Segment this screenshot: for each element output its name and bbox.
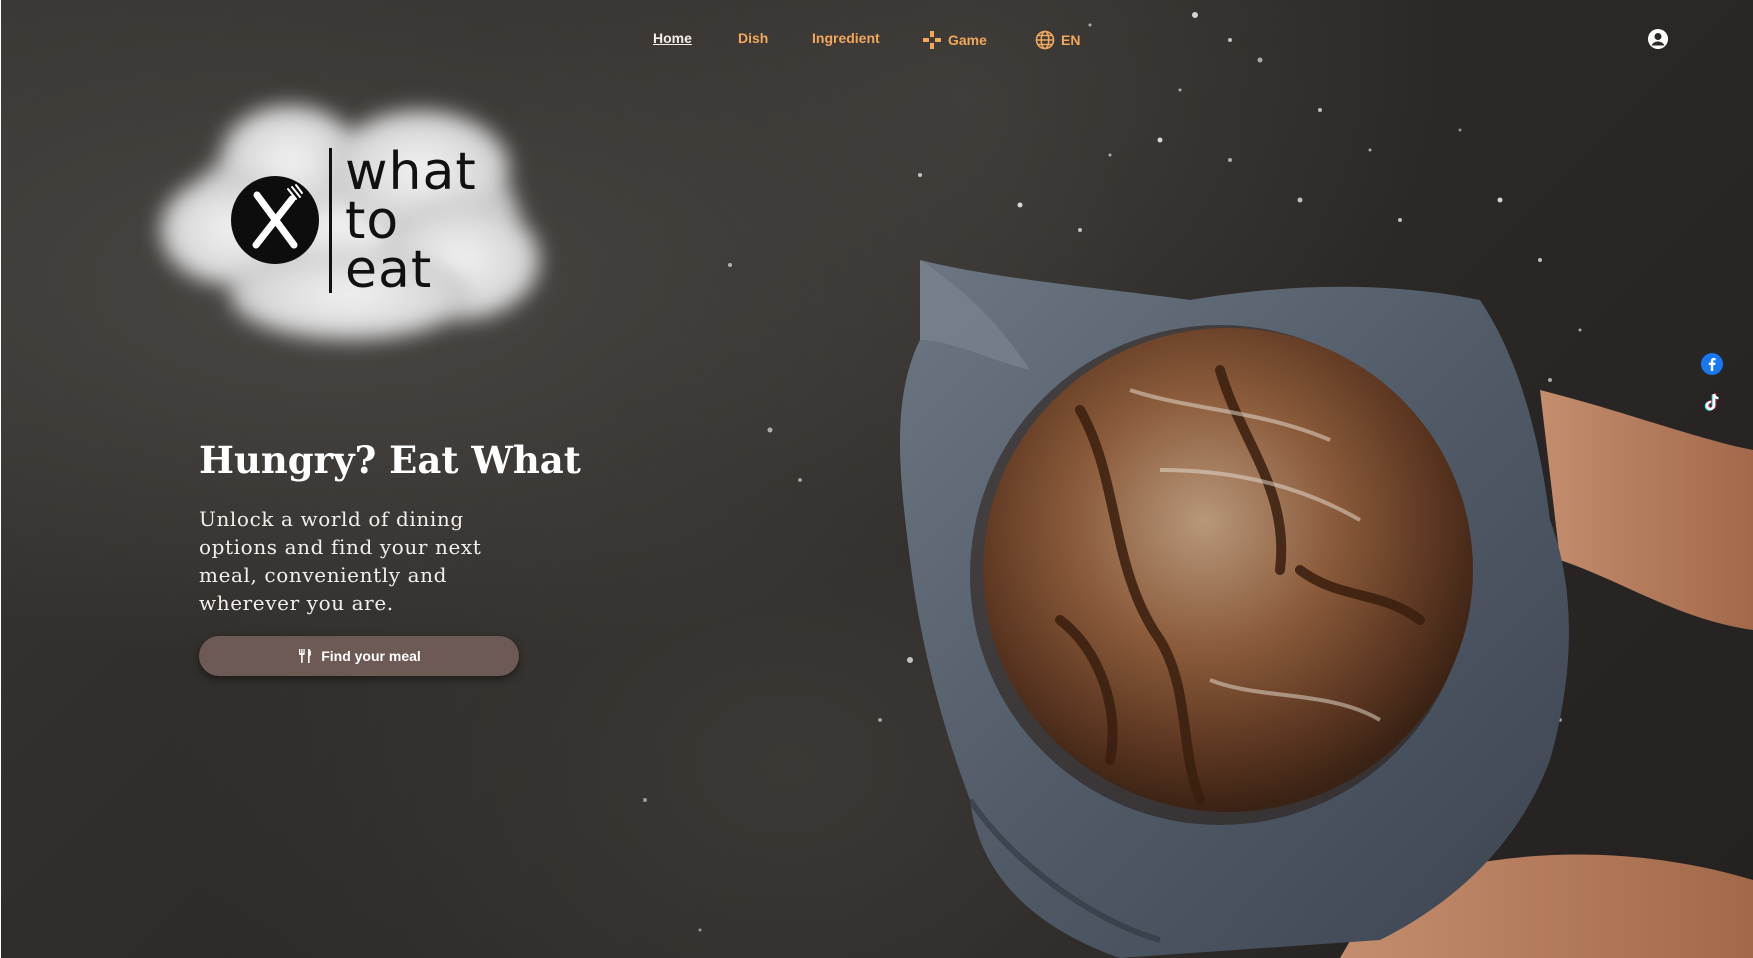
language-label: EN xyxy=(1061,32,1081,48)
nav-dish-label: Dish xyxy=(738,30,769,46)
nav-link-home[interactable]: Home xyxy=(653,30,692,46)
logo-divider xyxy=(329,148,332,293)
cta-label: Find your meal xyxy=(321,648,421,664)
nav-home-label: Home xyxy=(653,30,692,46)
top-navigation: Home Dish Ingredient Game EN xyxy=(0,26,1753,54)
fork-knife-icon xyxy=(231,176,319,264)
bread-photo xyxy=(900,260,1753,958)
nav-game-label: Game xyxy=(948,32,987,48)
hero-description: Unlock a world of dining options and fin… xyxy=(199,507,482,615)
globe-icon xyxy=(1035,30,1055,50)
utensils-icon xyxy=(299,649,312,663)
logo-line-eat: eat xyxy=(345,240,433,300)
nav-link-dish[interactable]: Dish xyxy=(738,30,768,46)
nav-link-ingredient[interactable]: Ingredient xyxy=(812,30,880,46)
gamepad-icon xyxy=(923,31,941,49)
nav-link-game[interactable]: Game xyxy=(922,30,987,50)
tiktok-icon[interactable] xyxy=(1700,391,1724,415)
find-your-meal-button[interactable]: Find your meal xyxy=(199,636,519,676)
hero-title: Hungry? Eat What xyxy=(199,438,581,482)
language-selector[interactable]: EN xyxy=(1035,30,1080,50)
logo-line-to: to xyxy=(345,191,400,251)
facebook-icon[interactable] xyxy=(1700,352,1724,376)
nav-ingredient-label: Ingredient xyxy=(812,30,880,46)
logo-line-what: what xyxy=(345,142,477,202)
user-circle-icon[interactable] xyxy=(1647,28,1669,50)
logo-wordmark: what to eat xyxy=(345,142,477,300)
page-left-border xyxy=(0,0,1,958)
